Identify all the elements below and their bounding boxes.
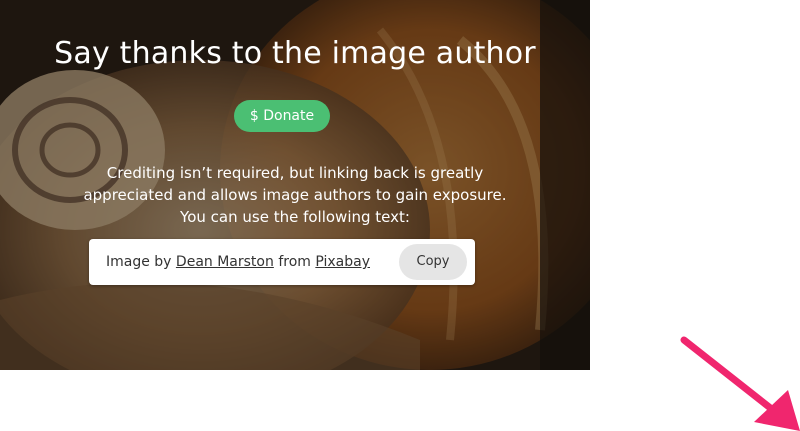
attribution-text-box: Image by Dean Marston from Pixabay Copy <box>89 239 475 285</box>
author-link[interactable]: Dean Marston <box>176 254 274 270</box>
copy-button[interactable]: Copy <box>399 244 467 280</box>
site-link[interactable]: Pixabay <box>315 254 370 270</box>
donate-button[interactable]: $ Donate <box>234 100 330 132</box>
description-line: Crediting isn’t required, but linking ba… <box>106 164 484 182</box>
attribution-middle: from <box>278 254 311 270</box>
credit-description: Crediting isn’t required, but linking ba… <box>60 162 530 228</box>
image-author-banner: Say thanks to the image author $ Donate … <box>0 0 590 370</box>
banner-title: Say thanks to the image author <box>54 36 536 71</box>
pointer-arrow-icon <box>680 336 800 431</box>
attribution-text: Image by Dean Marston from Pixabay <box>106 239 370 285</box>
description-line: You can use the following text: <box>180 208 410 226</box>
attribution-prefix: Image by <box>106 254 172 270</box>
description-line: appreciated and allows image authors to … <box>83 186 507 204</box>
